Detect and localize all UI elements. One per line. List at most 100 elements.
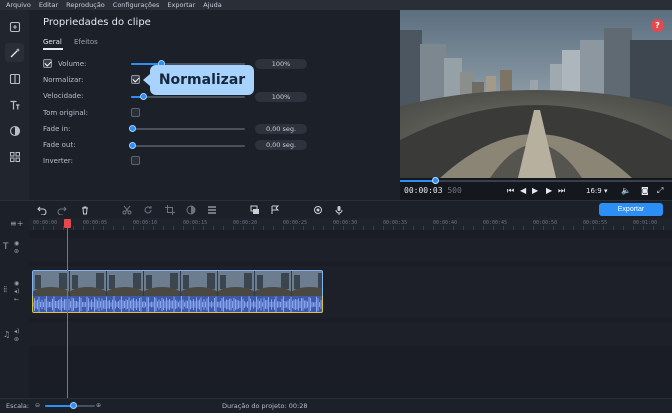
scale-label: Escala: bbox=[6, 402, 30, 410]
music-track-mute-icon[interactable]: ◂) bbox=[14, 328, 19, 335]
ruler-tick bbox=[473, 226, 474, 230]
ruler-tick bbox=[383, 226, 384, 230]
video-track-link-icon[interactable]: ← bbox=[14, 296, 19, 303]
panel-title: Propriedades do clipe bbox=[43, 17, 151, 28]
rotate-icon[interactable] bbox=[143, 205, 153, 215]
preview-scrub-knob[interactable] bbox=[432, 177, 439, 184]
preview-scrub-track[interactable] bbox=[400, 180, 672, 182]
ruler-tick bbox=[353, 226, 354, 230]
tool-import[interactable] bbox=[5, 17, 24, 36]
title-track[interactable] bbox=[29, 238, 672, 262]
music-track[interactable] bbox=[29, 322, 672, 346]
left-toolbar bbox=[0, 10, 29, 200]
ruler-tick bbox=[33, 226, 34, 230]
add-track-icon[interactable]: ≡+ bbox=[10, 219, 23, 228]
speed-value[interactable]: 100% bbox=[255, 92, 307, 102]
fade-out-slider-knob[interactable] bbox=[129, 142, 136, 149]
zoom-out-icon[interactable]: ⊖ bbox=[35, 402, 40, 409]
volume-value[interactable]: 100% bbox=[255, 59, 307, 69]
ruler-tick bbox=[73, 226, 74, 230]
delete-icon[interactable] bbox=[80, 205, 90, 215]
menu-ajuda[interactable]: Ajuda bbox=[203, 1, 221, 9]
fullscreen-icon[interactable]: ⤢ bbox=[657, 186, 663, 196]
step-forward-icon[interactable]: ▶ bbox=[546, 186, 552, 195]
tool-filters[interactable] bbox=[5, 69, 24, 88]
menu-configuracoes[interactable]: Configurações bbox=[113, 1, 160, 9]
preview-timecode: 00:00:03 500 bbox=[404, 186, 462, 195]
menu-reproducao[interactable]: Reprodução bbox=[66, 1, 105, 9]
playhead-handle[interactable] bbox=[64, 219, 71, 228]
ruler-tick bbox=[123, 226, 124, 230]
menu-editar[interactable]: Editar bbox=[39, 1, 58, 9]
aspect-ratio-select[interactable]: 16:9 ▾ bbox=[586, 187, 607, 195]
fade-out-value[interactable]: 0,00 seg. bbox=[255, 140, 307, 150]
title-track-icon: T bbox=[3, 242, 9, 252]
ruler-tick bbox=[163, 226, 164, 230]
skip-start-icon[interactable]: ⏮ bbox=[507, 186, 514, 196]
clip-thumbnail bbox=[179, 271, 219, 296]
overlay-icon[interactable] bbox=[250, 205, 260, 215]
video-clip[interactable] bbox=[32, 270, 323, 296]
video-track-visibility-icon[interactable]: ◉ bbox=[14, 280, 19, 287]
fade-out-slider-track[interactable] bbox=[131, 145, 245, 147]
original-pitch-checkbox[interactable] bbox=[131, 108, 140, 117]
normalize-checkbox[interactable] bbox=[131, 75, 140, 84]
ruler-tick bbox=[193, 226, 194, 230]
fade-in-label: Fade in: bbox=[43, 125, 71, 133]
tool-magic[interactable] bbox=[5, 43, 24, 62]
video-track-mute-icon[interactable]: ◂) bbox=[14, 288, 19, 295]
ruler-tick bbox=[103, 226, 104, 230]
export-button[interactable]: Exportar bbox=[599, 203, 663, 216]
tab-general[interactable]: Geral bbox=[43, 38, 62, 46]
titles-icon bbox=[10, 100, 19, 109]
fade-in-slider-track[interactable] bbox=[131, 128, 245, 130]
tool-more[interactable] bbox=[5, 147, 24, 166]
step-back-icon[interactable]: ◀ bbox=[520, 186, 526, 195]
ruler-tick bbox=[403, 226, 404, 230]
timeline-toolbar bbox=[0, 200, 672, 218]
help-icon[interactable]: ? bbox=[651, 19, 664, 32]
record-icon[interactable] bbox=[313, 205, 323, 215]
microphone-icon[interactable] bbox=[334, 205, 344, 215]
speed-slider-track[interactable] bbox=[131, 96, 245, 98]
ruler-tick bbox=[653, 226, 654, 230]
audio-waveform[interactable] bbox=[32, 296, 323, 313]
ruler-tick bbox=[523, 226, 524, 230]
play-icon[interactable]: ▶ bbox=[532, 186, 538, 195]
timeline-track-headers: ≡+ T ◉ ⊛ ⣿ ◉ ◂) ← ♫ ◂) ⊛ bbox=[0, 218, 29, 398]
tab-effects[interactable]: Efeitos bbox=[74, 38, 98, 46]
menu-arquivo[interactable]: Arquivo bbox=[6, 1, 31, 9]
ruler-tick bbox=[333, 226, 334, 230]
fade-in-value[interactable]: 0,00 seg. bbox=[255, 124, 307, 134]
ruler-tick bbox=[553, 226, 554, 230]
volume-checkbox[interactable] bbox=[43, 59, 52, 68]
fade-in-slider-knob[interactable] bbox=[129, 125, 136, 132]
speed-slider-knob[interactable] bbox=[140, 93, 147, 100]
redo-icon[interactable] bbox=[57, 205, 67, 215]
scale-slider-knob[interactable] bbox=[70, 402, 77, 409]
ruler-tick bbox=[113, 226, 114, 230]
color-adjust-icon[interactable] bbox=[186, 205, 196, 215]
undo-icon[interactable] bbox=[37, 205, 47, 215]
tool-transitions[interactable] bbox=[5, 121, 24, 140]
zoom-in-icon[interactable]: ⊕ bbox=[96, 402, 101, 409]
menu-exportar[interactable]: Exportar bbox=[167, 1, 195, 9]
invert-checkbox[interactable] bbox=[131, 156, 140, 165]
timeline-ruler[interactable]: 00:00:00 00:00:05 00:00:10 00:00:15 00:00:20… bbox=[29, 218, 672, 230]
volume-icon[interactable]: 🔈 bbox=[621, 186, 631, 195]
preview-scrub-fill bbox=[400, 180, 436, 182]
crop-icon[interactable] bbox=[165, 205, 175, 215]
ruler-tick bbox=[493, 226, 494, 230]
skip-end-icon[interactable]: ⏭ bbox=[558, 186, 565, 196]
ruler-tick bbox=[203, 226, 204, 230]
title-track-visibility-icon[interactable]: ◉ bbox=[14, 240, 19, 247]
clip-properties-icon[interactable] bbox=[207, 205, 217, 215]
marker-icon[interactable] bbox=[270, 205, 280, 215]
title-track-lock-icon[interactable]: ⊛ bbox=[14, 248, 19, 255]
ruler-tick bbox=[213, 226, 214, 230]
snapshot-icon[interactable]: ◙ bbox=[641, 186, 649, 195]
cut-icon[interactable] bbox=[122, 205, 132, 215]
music-track-lock-icon[interactable]: ⊛ bbox=[14, 336, 19, 343]
tool-titles[interactable] bbox=[5, 95, 24, 114]
ruler-tick bbox=[143, 226, 144, 230]
